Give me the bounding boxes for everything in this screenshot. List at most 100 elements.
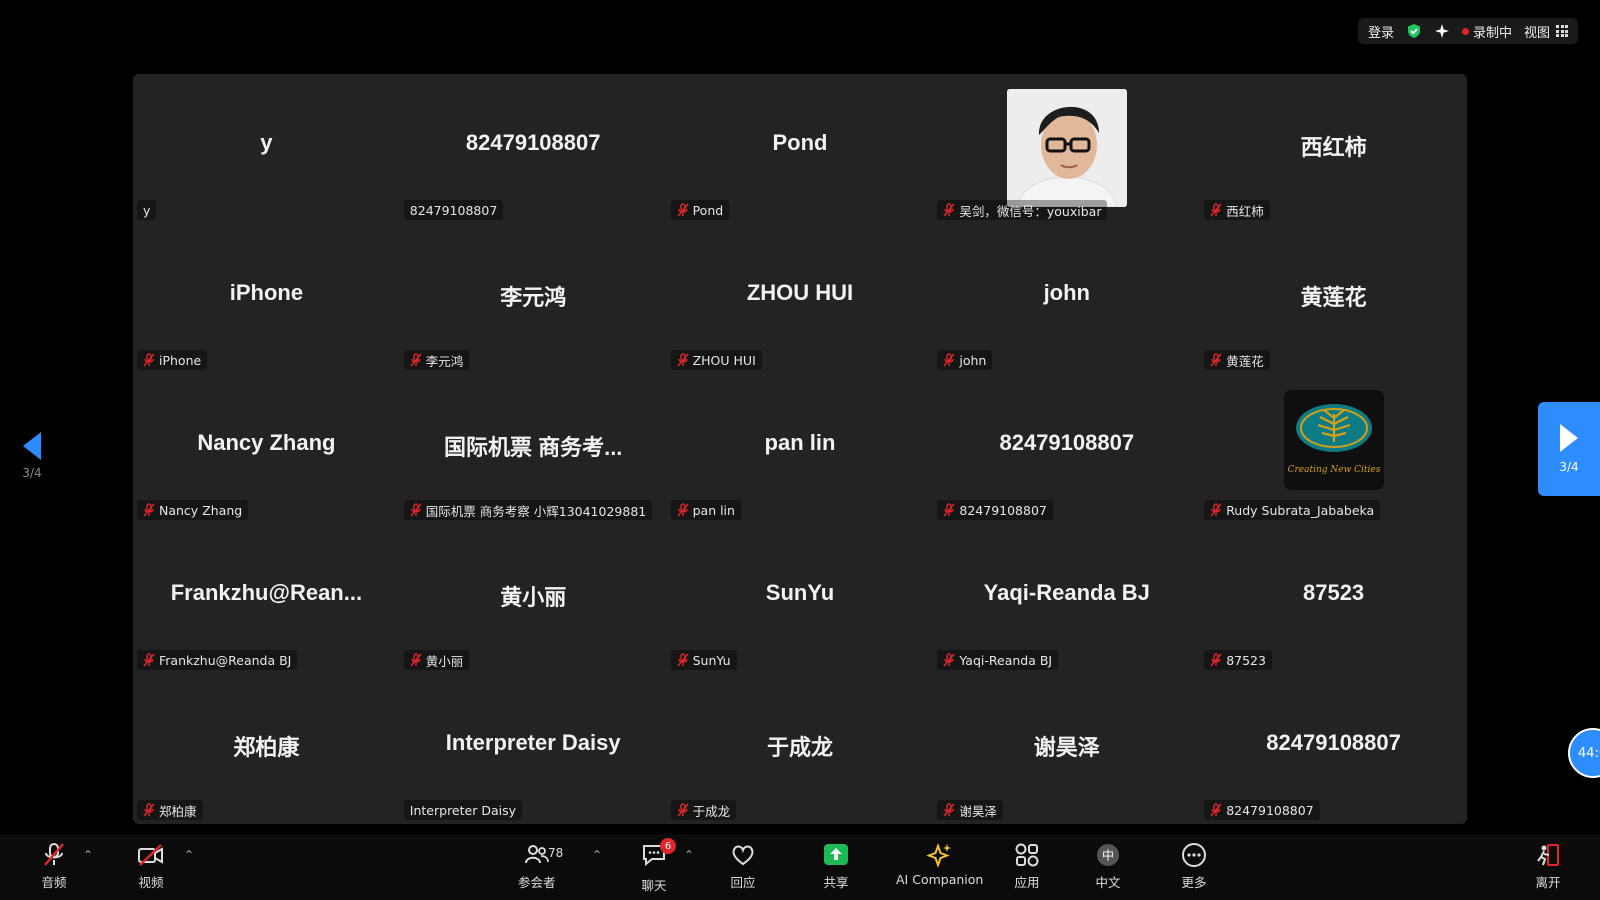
reactions-label: 回应 xyxy=(730,875,756,890)
video-options-caret-icon[interactable]: ⌃ xyxy=(184,848,194,862)
audio-options-caret-icon[interactable]: ⌃ xyxy=(83,848,93,862)
participant-name-tag: SunYu xyxy=(670,650,737,670)
participant-name-label: 于成龙 xyxy=(692,803,731,819)
participant-display-name: y xyxy=(260,130,273,155)
participant-name-tag: 82479108807 xyxy=(1204,800,1320,820)
participant-tile[interactable]: Interpreter Daisy Interpreter Daisy xyxy=(400,674,667,824)
participant-tile[interactable]: Frankzhu@Rean... Frankzhu@Reanda BJ xyxy=(133,524,400,674)
participant-display-name: iPhone xyxy=(229,280,304,305)
participant-name-tag: 西红柿 xyxy=(1204,200,1270,220)
participant-name-label: 82479108807 xyxy=(409,202,498,218)
camera-off-icon xyxy=(138,844,163,866)
mic-muted-icon xyxy=(44,843,64,866)
participant-name-tag: 李元鸿 xyxy=(403,350,470,370)
participant-name-tag: Pond xyxy=(670,200,730,220)
participant-tile[interactable]: 吴剑，微信号：youxibar xyxy=(933,74,1200,224)
audio-label: 音频 xyxy=(41,875,67,890)
language-button[interactable]: 中 中文 xyxy=(1094,842,1122,891)
next-page-indicator: 3/4 xyxy=(1559,460,1579,474)
leave-icon xyxy=(1537,844,1559,866)
participant-tile[interactable]: 黄小丽 黄小丽 xyxy=(400,524,667,674)
recording-indicator[interactable]: 录制中 xyxy=(1461,22,1512,41)
participant-tile[interactable]: 郑柏康 郑柏康 xyxy=(133,674,400,824)
participant-name-label: 国际机票 商务考察 小辉13041029881 xyxy=(425,503,647,519)
participant-name-label: Pond xyxy=(692,202,724,218)
apps-icon xyxy=(1015,843,1039,867)
participant-name-label: 李元鸿 xyxy=(425,353,464,369)
participant-tile[interactable]: 国际机票 商务考... 国际机票 商务考察 小辉13041029881 xyxy=(400,374,667,524)
participants-icon xyxy=(524,845,549,864)
reactions-button[interactable]: 回应 xyxy=(729,842,757,891)
participant-tile[interactable]: 87523 87523 xyxy=(1200,524,1467,674)
shield-check-icon[interactable] xyxy=(1406,23,1422,39)
participants-options-caret-icon[interactable]: ⌃ xyxy=(592,848,602,862)
prev-page-button[interactable]: 3/4 xyxy=(16,432,48,492)
participant-display-name: 谢昊泽 xyxy=(1033,735,1100,760)
participant-tile[interactable]: ZHOU HUI ZHOU HUI xyxy=(667,224,934,374)
participants-button[interactable]: 78 参会者 xyxy=(518,842,563,891)
chat-options-caret-icon[interactable]: ⌃ xyxy=(684,848,694,862)
participant-tile[interactable]: Pond Pond xyxy=(667,74,934,224)
participant-display-name: Interpreter Daisy xyxy=(445,730,621,755)
participant-name-tag: y xyxy=(137,200,157,220)
participant-name-tag: 于成龙 xyxy=(670,800,737,820)
video-button[interactable]: 视频 xyxy=(137,842,165,891)
login-link[interactable]: 登录 xyxy=(1368,22,1394,41)
participant-display-name: john xyxy=(1043,280,1090,305)
participant-tile[interactable]: 谢昊泽 谢昊泽 xyxy=(933,674,1200,824)
participant-gallery: y y 82479108807 82479108807 Pond Pond 吴剑，微信号：y… xyxy=(133,74,1467,824)
participant-tile[interactable]: 西红柿 西红柿 xyxy=(1200,74,1467,224)
participants-label: 参会者 xyxy=(518,875,556,890)
chat-button[interactable]: 6 聊天 xyxy=(640,838,676,894)
arrow-left-icon xyxy=(23,432,41,460)
participant-tile[interactable]: 82479108807 82479108807 xyxy=(400,74,667,224)
meeting-toolbar: 音频 ⌃ 视频 ⌃ 78 参会者 ⌃ 6 聊天 ⌃ 回应 共享 AI Compa… xyxy=(0,834,1600,900)
participant-name-tag: 82479108807 xyxy=(403,200,504,220)
participant-tile[interactable]: 黄莲花 黄莲花 xyxy=(1200,224,1467,374)
share-button[interactable]: 共享 xyxy=(822,842,850,891)
participant-tile[interactable]: yy xyxy=(133,74,400,224)
mic-muted-icon xyxy=(677,203,689,217)
participant-name-label: Rudy Subrata_Jababeka xyxy=(1226,502,1375,518)
participant-tile[interactable]: 李元鸿 李元鸿 xyxy=(400,224,667,374)
participant-name-label: 谢昊泽 xyxy=(959,803,997,819)
participant-display-name: 国际机票 商务考... xyxy=(443,435,623,460)
participant-name-tag: Nancy Zhang xyxy=(137,500,249,520)
participant-name-tag: 黄莲花 xyxy=(1204,350,1270,370)
leave-label: 离开 xyxy=(1535,875,1561,890)
more-button[interactable]: 更多 xyxy=(1180,842,1208,891)
logo-caption: Creating New Cities xyxy=(1287,465,1380,475)
mic-muted-icon xyxy=(943,503,955,517)
participant-tile[interactable]: 于成龙 于成龙 xyxy=(667,674,934,824)
view-button[interactable]: 视图 xyxy=(1524,22,1568,41)
next-page-button[interactable]: 3/4 xyxy=(1538,402,1600,496)
participant-tile[interactable]: Nancy Zhang Nancy Zhang xyxy=(133,374,400,524)
participant-tile[interactable]: pan lin pan lin xyxy=(667,374,934,524)
audio-button[interactable]: 音频 xyxy=(40,842,68,891)
participant-tile[interactable]: Yaqi-Reanda BJ Yaqi-Reanda BJ xyxy=(933,524,1200,674)
participant-name-label: iPhone xyxy=(159,352,202,368)
participant-count: 78 xyxy=(548,846,564,860)
participant-tile[interactable]: iPhone iPhone xyxy=(133,224,400,374)
leave-button[interactable]: 离开 xyxy=(1534,842,1562,891)
participant-display-name: 87523 xyxy=(1302,580,1365,605)
sparkle-icon[interactable] xyxy=(1434,23,1450,39)
top-status-bar: 登录 录制中 视图 xyxy=(1357,18,1578,44)
apps-button[interactable]: 应用 xyxy=(1013,842,1041,891)
mic-muted-icon xyxy=(677,503,689,517)
participant-display-name: 于成龙 xyxy=(766,735,833,760)
participant-display-name: 黄小丽 xyxy=(500,585,567,610)
participant-display-name: 郑柏康 xyxy=(233,735,300,760)
ai-companion-button[interactable]: AI Companion xyxy=(896,842,983,887)
participant-tile[interactable]: 82479108807 82479108807 xyxy=(933,374,1200,524)
participant-name-tag: 82479108807 xyxy=(937,500,1053,520)
participant-display-name: Yaqi-Reanda BJ xyxy=(983,580,1150,605)
meeting-timer[interactable]: 44:06 xyxy=(1568,728,1600,778)
participant-tile[interactable]: john john xyxy=(933,224,1200,374)
participant-tile[interactable]: SunYu SunYu xyxy=(667,524,934,674)
participant-tile[interactable]: Creating New Cities Rudy Subrata_Jababeka xyxy=(1200,374,1467,524)
participant-tile[interactable]: 82479108807 82479108807 xyxy=(1200,674,1467,824)
participant-name-label: y xyxy=(143,202,151,218)
participant-name-tag: john xyxy=(937,350,993,370)
mic-muted-icon xyxy=(1210,653,1222,667)
